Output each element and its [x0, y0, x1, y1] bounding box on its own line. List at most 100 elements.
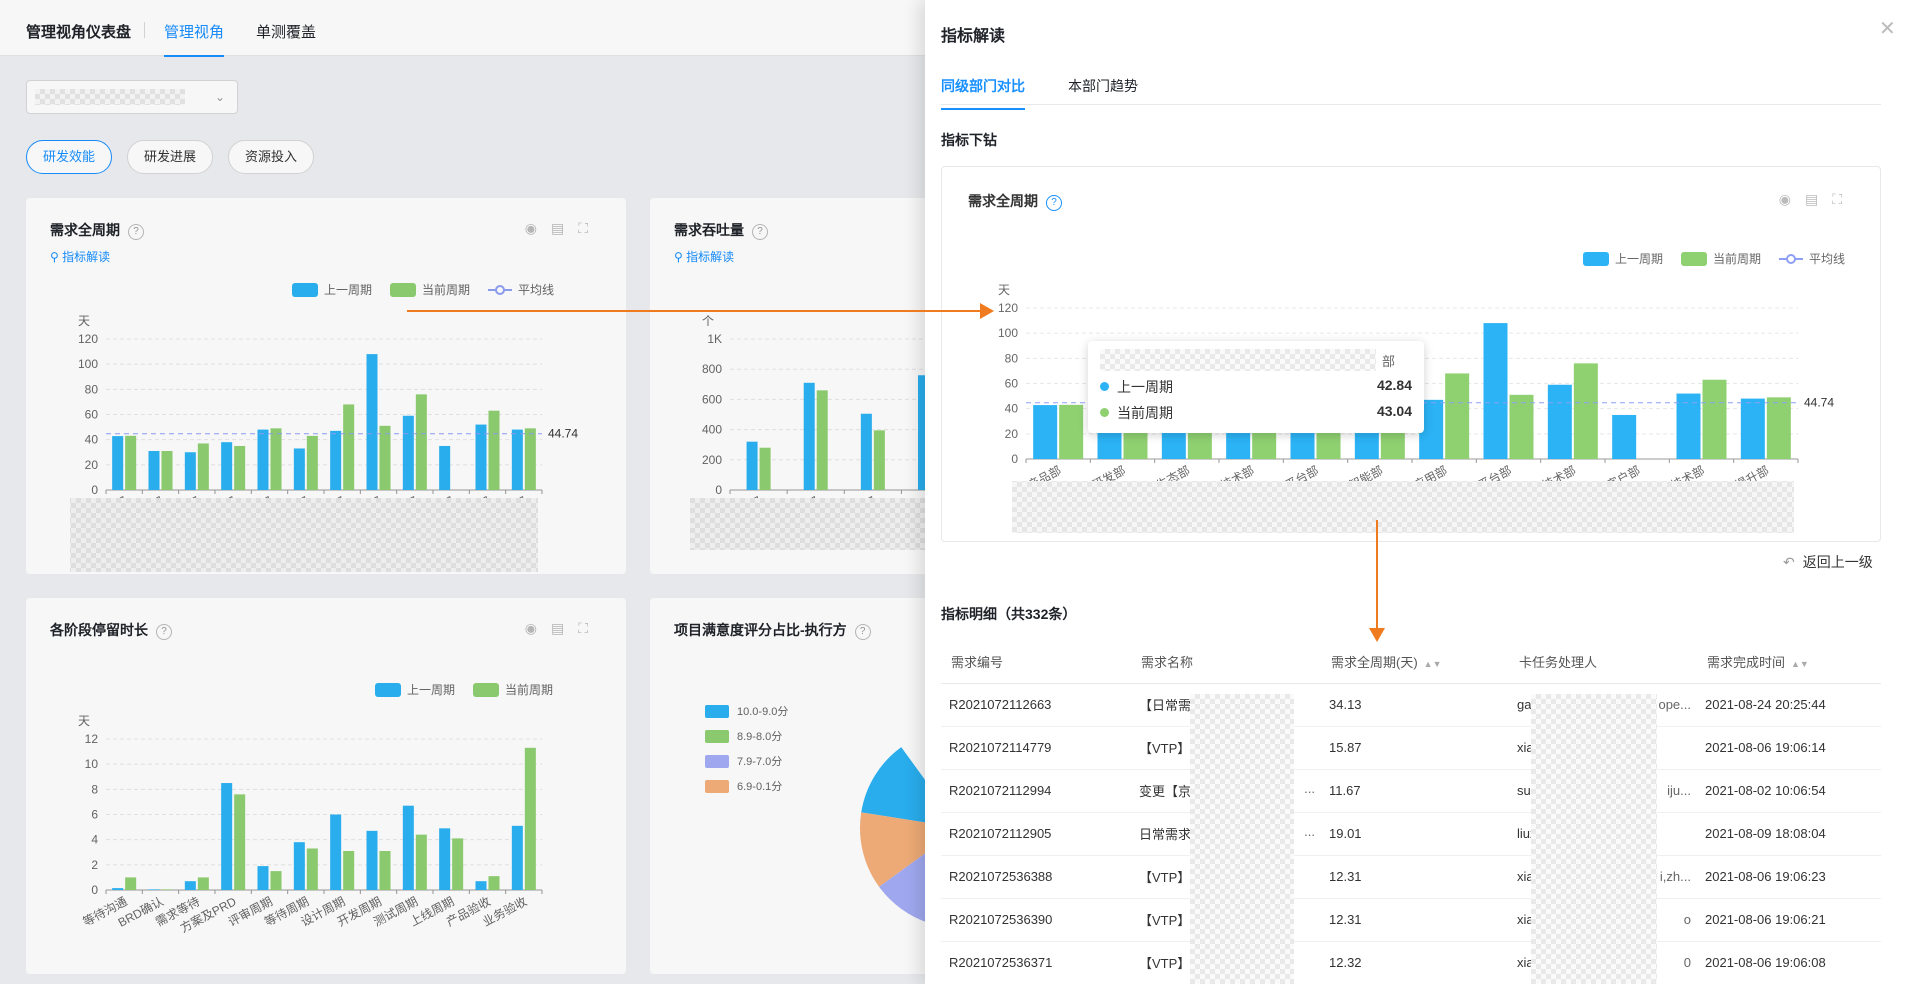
pill-resource-input[interactable]: 资源投入 — [228, 140, 315, 174]
bar-curr — [524, 747, 536, 890]
table-row[interactable]: R2021072112663 【日常需 34.13 gac ope... 2021-08-… — [941, 683, 1881, 727]
cell-id[interactable]: R2021072112905 — [941, 812, 1131, 856]
table-row[interactable]: R2021072536371 【VTP】 12.32 xiar 0 2021-08-06 … — [941, 941, 1881, 984]
table-row[interactable]: R2021072536388 【VTP】 12.31 xiar i,zh... 2021-… — [941, 855, 1881, 899]
arrow-right-icon — [980, 303, 994, 319]
header-divider — [144, 22, 145, 38]
y-tick-label: 800 — [702, 362, 722, 376]
bar-curr — [816, 390, 828, 490]
y-tick-label: 120 — [998, 301, 1018, 315]
table-row[interactable]: R2021072112994 变更【京... 11.67 sur iju... 2021-… — [941, 769, 1881, 813]
cell-id[interactable]: R2021072536388 — [941, 855, 1131, 899]
y-tick-label: 200 — [702, 453, 722, 467]
cell-time: 2021-08-06 19:06:21 — [1697, 898, 1881, 942]
tab-unit-test-coverage[interactable]: 单测覆盖 — [256, 21, 316, 55]
bar-prev — [1547, 384, 1572, 459]
y-tick-label: 10 — [85, 757, 99, 771]
legend-avg-marker — [495, 285, 505, 295]
table-row[interactable]: R2021072112905 日常需求... 19.01 liuz 2021-08-09… — [941, 812, 1881, 856]
bar-prev — [511, 429, 523, 490]
col-header-time[interactable]: 需求完成时间 ▲▼ — [1697, 640, 1881, 684]
tooltip-label: 当前周期 — [1117, 405, 1173, 421]
pill-rd-efficiency[interactable]: 研发效能 — [26, 140, 113, 174]
sort-icon[interactable]: ▲▼ — [1791, 659, 1809, 669]
bar-prev — [330, 430, 342, 490]
connector-arrow-line — [407, 310, 987, 312]
col-header-days[interactable]: 需求全周期(天) ▲▼ — [1321, 640, 1509, 684]
bar-prev — [439, 445, 451, 490]
bar-prev — [803, 382, 815, 490]
legend-swatch — [705, 755, 729, 768]
legend-dot — [1100, 382, 1109, 391]
cell-id[interactable]: R2021072114779 — [941, 726, 1131, 770]
bar-curr — [270, 428, 282, 490]
cell-time: 2021-08-06 19:06:14 — [1697, 726, 1881, 770]
cell-id[interactable]: R2021072112994 — [941, 769, 1131, 813]
redacted-tooltip-header — [1100, 349, 1376, 371]
bar-curr — [873, 430, 885, 490]
detail-section-title: 指标明细（共332条） — [941, 606, 1077, 622]
redacted-name-column — [1190, 694, 1294, 984]
bar-curr — [488, 876, 500, 890]
cell-time: 2021-08-06 19:06:08 — [1697, 941, 1881, 984]
table-row[interactable]: R2021072114779 【VTP】 15.87 xiar 2021-08-06 1… — [941, 726, 1881, 770]
table-row[interactable]: R2021072536390 【VTP】 12.31 xiar o 2021-08-06 … — [941, 898, 1881, 942]
legend-dot — [1100, 408, 1109, 417]
bar-curr — [379, 425, 391, 490]
y-tick-label: 600 — [702, 392, 722, 406]
y-tick-label: 1K — [707, 332, 722, 346]
detail-table: 需求编号 需求名称 需求全周期(天) ▲▼ 卡任务处理人 需求完成时间 ▲▼ R20… — [941, 640, 1881, 984]
cell-time: 2021-08-02 10:06:54 — [1697, 769, 1881, 813]
y-tick-label: 40 — [1005, 402, 1019, 416]
cell-days: 12.32 — [1321, 941, 1509, 984]
bar-prev — [1612, 414, 1637, 459]
bar-prev — [475, 424, 487, 490]
cell-days: 34.13 — [1321, 683, 1509, 727]
legend-swatch — [292, 283, 318, 297]
legend-label: 平均线 — [518, 283, 554, 297]
back-button[interactable]: ↶ 返回上一级 — [1783, 552, 1873, 572]
bar-prev — [1033, 405, 1058, 459]
y-tick-label: 120 — [78, 332, 98, 346]
sort-icon[interactable]: ▲▼ — [1424, 659, 1442, 669]
tooltip-row-curr: 当前周期 43.04 — [1100, 403, 1412, 423]
col-header-name: 需求名称 — [1131, 640, 1321, 684]
bar-curr — [161, 450, 173, 490]
tab-management-view[interactable]: 管理视角 — [164, 21, 225, 57]
cell-id[interactable]: R2021072536390 — [941, 898, 1131, 942]
legend-label: 上一周期 — [1615, 252, 1663, 266]
cell-days: 19.01 — [1321, 812, 1509, 856]
y-tick-label: 0 — [1011, 452, 1018, 466]
y-tick-label: 8 — [91, 782, 98, 796]
tooltip-header-tail: 部 — [1382, 354, 1396, 369]
y-tick-label: 100 — [998, 326, 1018, 340]
y-tick-label: 4 — [91, 833, 98, 847]
close-icon[interactable]: ✕ — [1879, 16, 1896, 41]
y-tick-label: 60 — [85, 408, 99, 422]
legend-label: 当前周期 — [1713, 251, 1761, 266]
bar-prev — [257, 429, 269, 490]
legend-label: 平均线 — [1809, 252, 1845, 266]
y-tick-label: 60 — [1005, 377, 1019, 391]
cell-id[interactable]: R2021072536371 — [941, 941, 1131, 984]
bar-curr — [270, 871, 282, 890]
col-header-time-label: 需求完成时间 — [1707, 654, 1786, 670]
legend-swatch — [1583, 252, 1609, 266]
throughput-chart: 02004006008001K个部部部部 — [690, 314, 950, 550]
redacted-owner-column — [1531, 694, 1657, 984]
bar-curr — [343, 404, 355, 490]
drawer-title: 指标解读 — [941, 28, 1006, 45]
cell-time: 2021-08-24 20:25:44 — [1697, 683, 1881, 727]
bar-prev — [366, 830, 378, 890]
department-select[interactable]: ⌄ — [26, 80, 238, 114]
cell-id[interactable]: R2021072112663 — [941, 683, 1131, 727]
cell-time: 2021-08-09 18:08:04 — [1697, 812, 1881, 856]
bar-curr — [161, 889, 173, 890]
cell-days: 11.67 — [1321, 769, 1509, 813]
bar-prev — [475, 881, 487, 890]
legend-label: 6.9-0.1分 — [737, 780, 782, 793]
average-label: 44.74 — [548, 427, 578, 441]
bar-prev — [1676, 393, 1701, 459]
cell-days: 12.31 — [1321, 855, 1509, 899]
pill-rd-progress[interactable]: 研发进展 — [127, 140, 214, 174]
